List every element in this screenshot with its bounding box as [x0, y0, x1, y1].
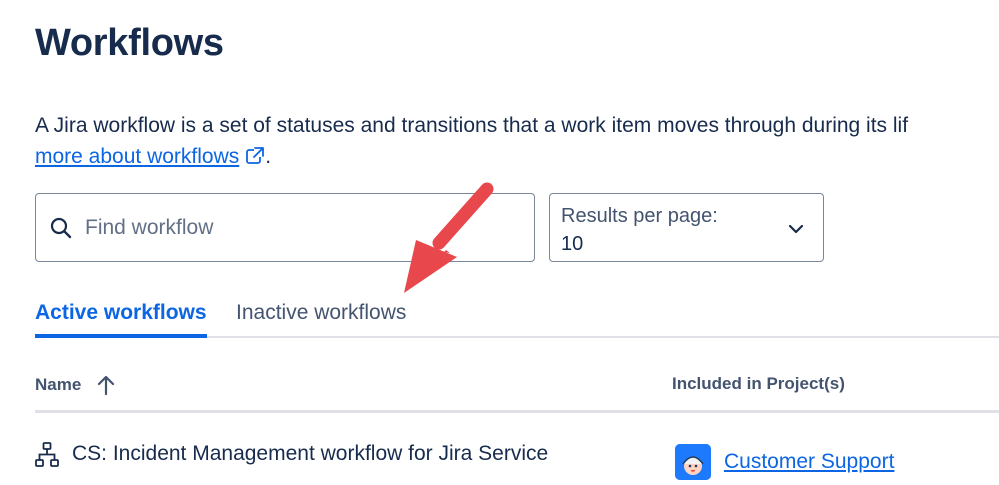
column-header-projects: Included in Project(s) — [672, 374, 845, 393]
description-text: A Jira workflow is a set of statuses and… — [35, 114, 909, 137]
tab-active-workflows[interactable]: Active workflows — [35, 298, 207, 338]
page-title: Workflows — [35, 22, 224, 64]
search-icon — [50, 217, 72, 238]
description-end: . — [265, 145, 272, 168]
learn-more-link[interactable]: more about workflows — [35, 145, 239, 168]
search-input[interactable] — [83, 214, 487, 241]
tab-inactive-workflows[interactable]: Inactive workflows — [236, 298, 406, 334]
column-header-name[interactable]: Name — [35, 374, 117, 396]
workflow-icon — [35, 442, 59, 467]
table-header: Name Included in Project(s) — [35, 370, 999, 413]
workflow-tabs: Active workflows Inactive workflows — [35, 296, 999, 338]
project-link[interactable]: Customer Support — [724, 449, 894, 475]
external-link-icon[interactable] — [245, 146, 265, 166]
column-name-label: Name — [35, 375, 82, 394]
workflow-name-link[interactable]: CS: Incident Management workflow for Jir… — [72, 441, 548, 467]
table-row: CS: Incident Management workflow for Jir… — [35, 425, 999, 485]
customer-support-avatar-icon — [675, 444, 711, 480]
results-per-page-select[interactable]: Results per page: 10 — [549, 193, 824, 262]
arrow-up-icon[interactable] — [95, 374, 117, 396]
project-avatar — [675, 444, 711, 480]
page-description: A Jira workflow is a set of statuses and… — [35, 110, 999, 172]
search-field[interactable] — [35, 193, 535, 262]
chevron-down-icon[interactable] — [787, 220, 805, 238]
results-per-page-label: Results per page: — [561, 205, 718, 227]
results-per-page-value: 10 — [561, 233, 584, 255]
